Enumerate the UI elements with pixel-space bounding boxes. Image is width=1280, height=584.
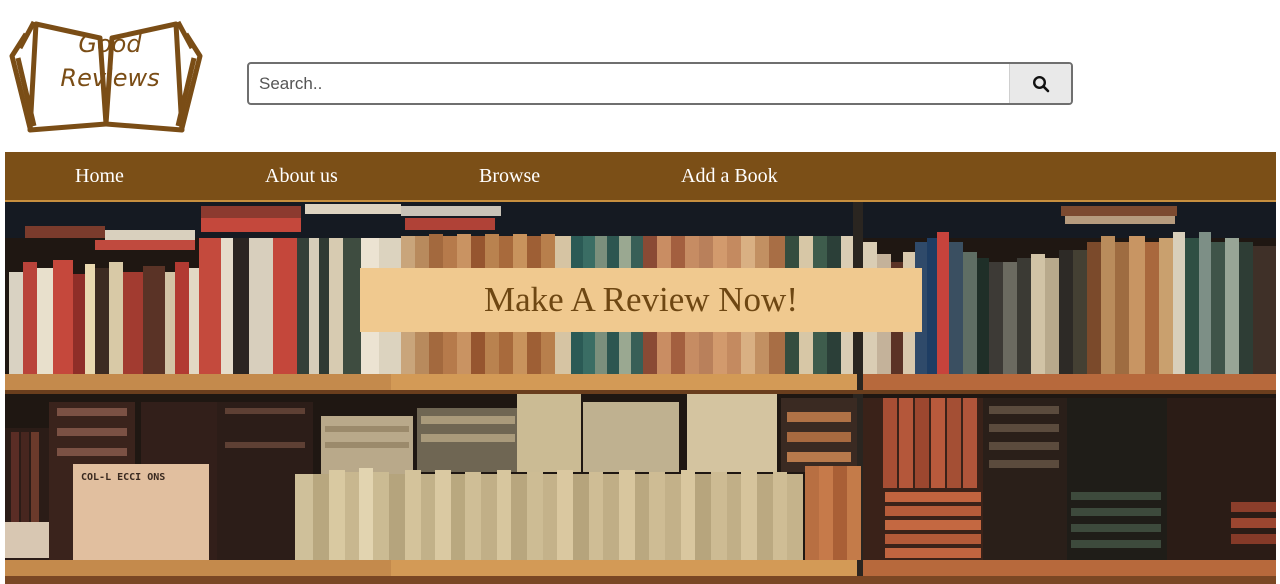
bookshelf-image: COL-L ECCI ONS <box>5 202 1276 584</box>
nav-item-add-a-book[interactable]: Add a Book <box>681 165 778 188</box>
main-nav: Home About us Browse Add a Book <box>5 152 1276 202</box>
search-bar <box>247 62 1073 105</box>
search-button[interactable] <box>1009 64 1071 103</box>
make-review-button[interactable]: Make A Review Now! <box>360 268 922 332</box>
search-icon <box>1032 75 1049 92</box>
site-logo[interactable]: Good Reviews <box>4 18 208 134</box>
nav-item-home[interactable]: Home <box>75 165 124 188</box>
nav-item-about-us[interactable]: About us <box>265 165 338 188</box>
nav-item-browse[interactable]: Browse <box>479 165 540 188</box>
collections-box-label: COL-L ECCI ONS <box>81 472 165 483</box>
logo-text-good: Good <box>78 30 142 58</box>
logo-text-reviews: Reviews <box>60 64 160 92</box>
hero-banner: COL-L ECCI ONS Make A Review Now! <box>5 202 1276 584</box>
search-input[interactable] <box>249 64 1011 103</box>
site-header: Good Reviews <box>0 0 1280 152</box>
